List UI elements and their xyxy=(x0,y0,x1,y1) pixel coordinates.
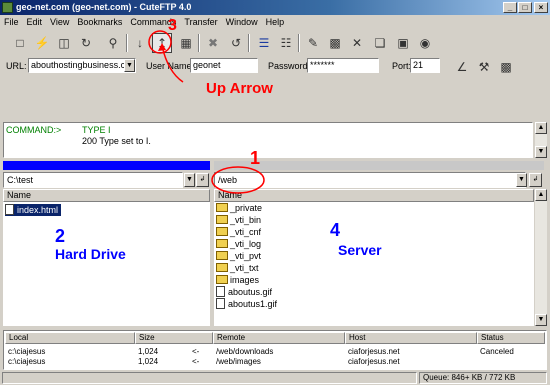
annotation-hard-drive: Hard Drive xyxy=(55,246,126,262)
annotation-number-3: 3 xyxy=(168,17,177,34)
up-arrow-pointer-head xyxy=(158,43,166,51)
annotation-number-4: 4 xyxy=(330,220,341,240)
path-highlight-ellipse xyxy=(211,166,265,194)
annotation-overlay xyxy=(148,30,265,194)
annotation-number-2: 2 xyxy=(55,226,66,246)
annotation-number-1: 1 xyxy=(250,148,261,168)
annotation-server: Server xyxy=(338,242,382,258)
annotation-up-arrow: Up Arrow xyxy=(206,80,273,97)
